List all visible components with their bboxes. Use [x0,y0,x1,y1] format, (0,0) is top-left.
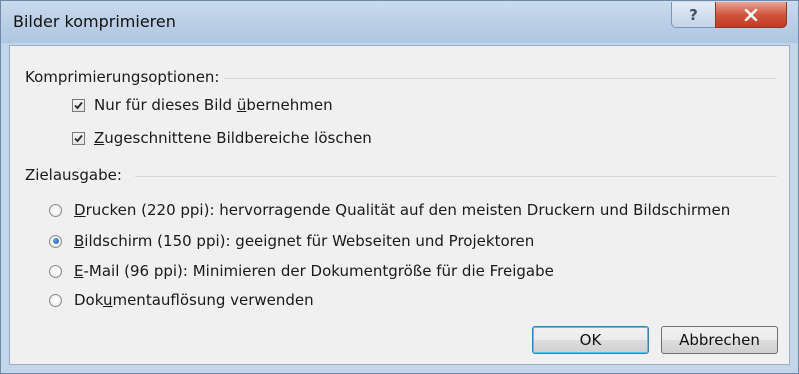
title-bar[interactable]: Bilder komprimieren ? [1,1,798,43]
window-title: Bilder komprimieren [13,12,176,31]
option-apply-only-this-picture[interactable]: Nur für dieses Bild übernehmen [72,96,333,114]
help-button[interactable]: ? [671,2,716,28]
delete-cropped-label: Zugeschnittene Bildbereiche löschen [94,129,372,147]
delete-cropped-checkbox[interactable] [72,131,85,145]
checkmark-icon [74,101,83,109]
cancel-button[interactable]: Abbrechen [661,326,778,354]
document-resolution-label: Dokumentauflösung verwenden [74,291,314,309]
email-label: E-Mail (96 ppi): Minimieren der Dokument… [74,262,554,280]
option-print[interactable]: Drucken (220 ppi): hervorragende Qualitä… [49,201,730,219]
help-icon: ? [689,5,698,24]
ok-button[interactable]: OK [532,326,649,354]
option-delete-cropped-areas[interactable]: Zugeschnittene Bildbereiche löschen [72,129,372,147]
screen-label: Bildschirm (150 ppi): geeignet für Webse… [74,232,535,250]
document-resolution-radio[interactable] [49,293,62,307]
target-group-divider [135,176,777,177]
screen-radio[interactable] [49,234,62,248]
close-icon [744,8,758,21]
compression-group-divider [224,78,777,79]
option-document-resolution[interactable]: Dokumentauflösung verwenden [49,291,314,309]
dialog-window: Bilder komprimieren ? Komprimierungsopti… [0,0,799,374]
print-label: Drucken (220 ppi): hervorragende Qualitä… [74,201,731,219]
dialog-body: Komprimierungsoptionen: Nur für dieses B… [9,45,790,365]
apply-only-label: Nur für dieses Bild übernehmen [94,96,333,114]
checkmark-icon [74,134,83,142]
email-radio[interactable] [49,264,62,278]
option-email[interactable]: E-Mail (96 ppi): Minimieren der Dokument… [49,262,554,280]
close-button[interactable] [715,2,787,28]
print-radio[interactable] [49,203,62,217]
option-screen[interactable]: Bildschirm (150 ppi): geeignet für Webse… [49,232,534,250]
target-group-title: Zielausgabe: [25,166,122,184]
compression-group-title: Komprimierungsoptionen: [25,68,220,86]
apply-only-checkbox[interactable] [72,98,85,112]
